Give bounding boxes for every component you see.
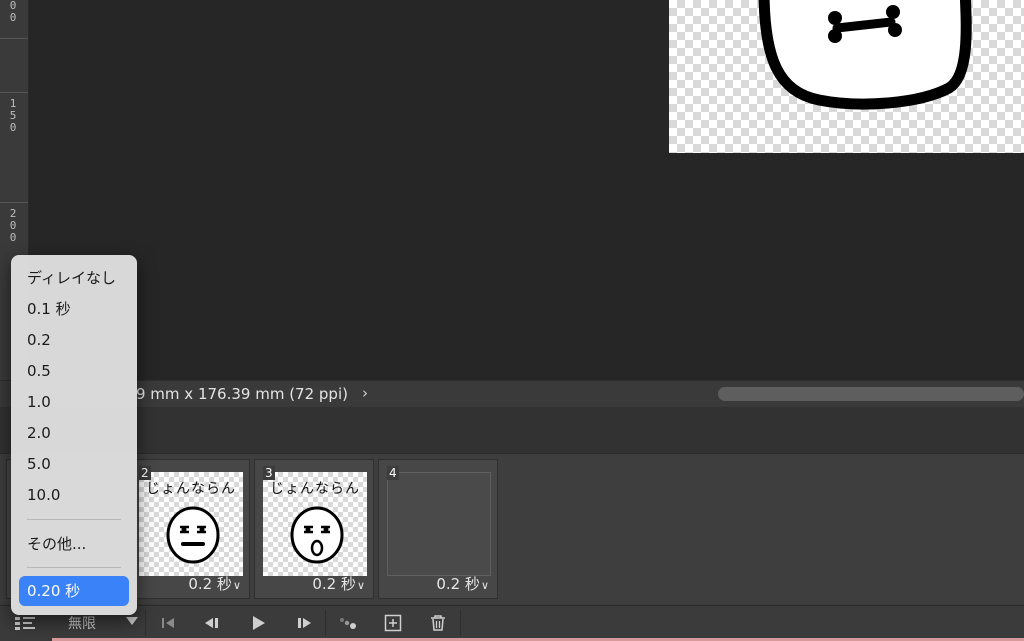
frame-thumbnail	[387, 472, 491, 576]
frame-delay-button[interactable]: 0.2 秒∨	[188, 573, 241, 594]
chevron-right-icon[interactable]: ›	[362, 384, 368, 402]
menu-item-delay[interactable]: 2.0	[27, 421, 51, 445]
frame-number: 4	[387, 466, 399, 480]
document-canvas[interactable]	[669, 0, 1024, 153]
ruler-mark	[0, 38, 28, 39]
ruler-tick-label: 0 0	[9, 0, 17, 24]
animation-frame[interactable]: じょんならん 2 0.2 秒∨	[130, 459, 250, 599]
toolbar-divider	[460, 610, 461, 636]
play-icon[interactable]	[246, 612, 270, 634]
frames-strip: じょんならん 2 0.2 秒∨ じょんならん 3 0.2 秒∨ 4 0.2 秒∨	[0, 454, 1024, 604]
document-status-bar: 9 mm x 176.39 mm (72 ppi) ›	[0, 380, 1024, 407]
frame-delay-button[interactable]: 0.2 秒∨	[436, 573, 489, 594]
timeline-toolbar: 無限	[0, 605, 1024, 641]
menu-item-delay[interactable]: 1.0	[27, 390, 51, 414]
menu-item-delay[interactable]: 0.5	[27, 359, 51, 383]
first-frame-icon[interactable]	[156, 612, 180, 634]
frame-number: 3	[263, 466, 275, 480]
ruler-mark	[0, 202, 28, 203]
timeline-panel: じょんならん 2 0.2 秒∨ じょんならん 3 0.2 秒∨ 4 0.2 秒∨…	[0, 407, 1024, 641]
tween-icon[interactable]	[336, 612, 360, 634]
menu-separator	[27, 567, 121, 568]
ruler-mark	[0, 92, 28, 93]
frame-delay-menu: ディレイなし 0.1 秒 0.2 0.5 1.0 2.0 5.0 10.0 その…	[11, 255, 137, 615]
caret-down-icon	[126, 617, 138, 625]
menu-item-no-delay[interactable]: ディレイなし	[27, 266, 116, 290]
loop-label: 無限	[68, 616, 96, 632]
ruler-tick-label: 2 0 0	[9, 207, 17, 244]
next-frame-icon[interactable]	[292, 612, 316, 634]
animation-frame[interactable]: じょんならん 3 0.2 秒∨	[254, 459, 374, 599]
menu-item-delay[interactable]: 0.1 秒	[27, 297, 71, 321]
frame-number: 2	[139, 466, 151, 480]
menu-item-other[interactable]: その他...	[27, 532, 86, 556]
toolbar-divider	[325, 610, 326, 636]
previous-frame-icon[interactable]	[200, 612, 224, 634]
chevron-down-icon: ∨	[356, 579, 365, 592]
squint-face-icon	[166, 506, 220, 564]
canvas-workspace[interactable]	[29, 0, 1024, 380]
frame-delay-button[interactable]: 0.2 秒∨	[312, 573, 365, 594]
frame-thumbnail: じょんならん	[139, 472, 243, 576]
trash-icon[interactable]	[426, 612, 450, 634]
menu-item-selected[interactable]: 0.20 秒	[19, 576, 129, 606]
timeline-mode-icon[interactable]	[12, 612, 38, 634]
shout-face-icon	[290, 506, 344, 564]
toolbar-divider	[145, 610, 146, 636]
chevron-down-icon: ∨	[480, 579, 489, 592]
horizontal-scrollbar[interactable]	[718, 387, 1024, 401]
frame-delay-value: 0.2 秒	[312, 575, 356, 593]
chevron-down-icon: ∨	[232, 579, 241, 592]
menu-item-delay[interactable]: 5.0	[27, 452, 51, 476]
face-illustration	[758, 0, 972, 110]
document-size-info[interactable]: 9 mm x 176.39 mm (72 ppi)	[136, 385, 348, 403]
menu-item-delay[interactable]: 0.2	[27, 328, 51, 352]
animation-frame[interactable]: 4 0.2 秒∨	[378, 459, 498, 599]
timeline-header	[0, 407, 1024, 454]
menu-item-delay[interactable]: 10.0	[27, 483, 60, 507]
ruler-tick-label: 1 5 0	[9, 97, 17, 134]
menu-separator	[27, 519, 121, 520]
frame-delay-value: 0.2 秒	[188, 575, 232, 593]
frame-delay-value: 0.2 秒	[436, 575, 480, 593]
frame-thumbnail: じょんならん	[263, 472, 367, 576]
duplicate-frame-icon[interactable]	[381, 612, 405, 634]
